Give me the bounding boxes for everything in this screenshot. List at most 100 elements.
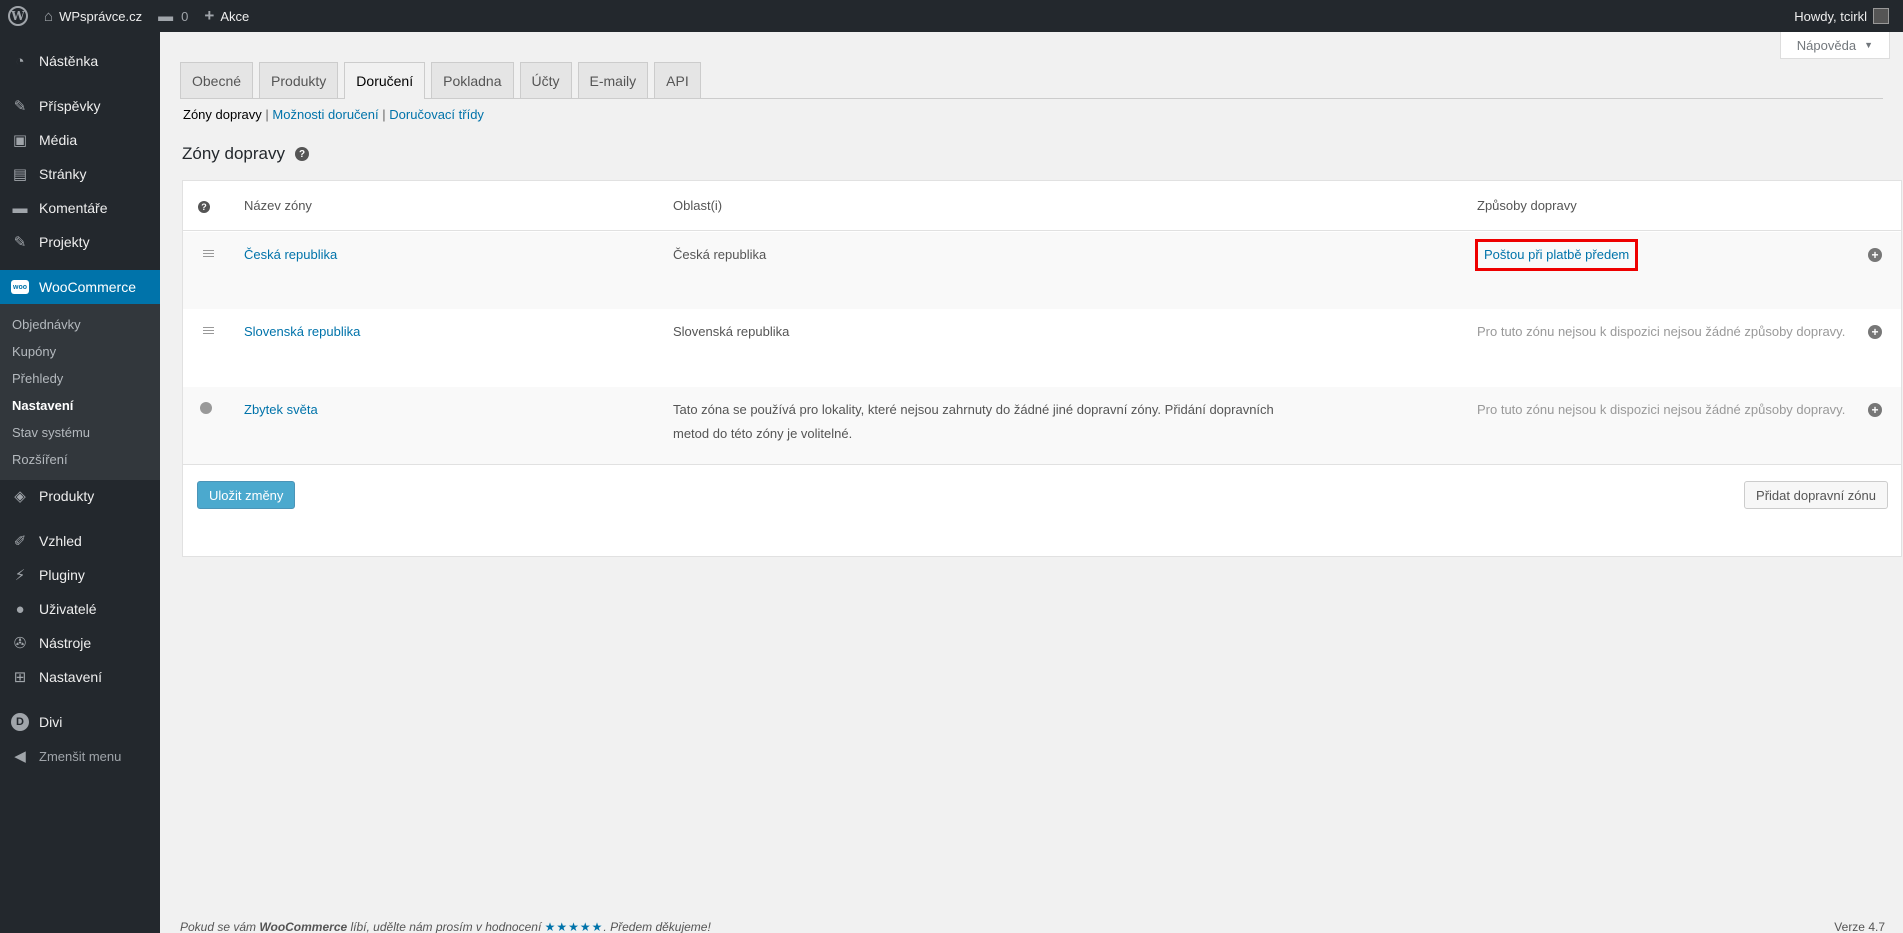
add-method-button[interactable]: + bbox=[1868, 320, 1882, 344]
my-account-link[interactable]: Howdy, tcirkl bbox=[1786, 0, 1903, 32]
menu-item-settings[interactable]: ⊞ Nastavení bbox=[0, 660, 160, 694]
menu-label: Komentáře bbox=[39, 200, 108, 216]
zone-name-link[interactable]: Česká republika bbox=[244, 243, 337, 267]
wrench-icon: ✇ bbox=[13, 635, 27, 652]
menu-item-dashboard[interactable]: ◔ Nástěnka bbox=[0, 44, 160, 78]
tab-shipping[interactable]: Doručení bbox=[344, 62, 426, 99]
table-row: Zbytek světa Tato zóna se používá pro lo… bbox=[183, 387, 1901, 465]
menu-item-users[interactable]: ● Uživatelé bbox=[0, 592, 160, 626]
page-title: Zóny dopravy bbox=[182, 144, 285, 163]
add-circle-icon: + bbox=[1868, 248, 1882, 262]
submenu-item-settings[interactable]: Nastavení bbox=[0, 392, 160, 419]
divi-icon: D bbox=[11, 713, 29, 731]
main-content: Nápověda ▼ Obecné Produkty Doručení Pokl… bbox=[160, 32, 1903, 933]
menu-item-posts[interactable]: ✎ Příspěvky bbox=[0, 89, 160, 123]
zone-name-link[interactable]: Slovenská republika bbox=[244, 320, 360, 344]
subsection-zones[interactable]: Zóny dopravy bbox=[183, 107, 262, 122]
page-icon: ▤ bbox=[12, 166, 28, 183]
menu-label: Pluginy bbox=[39, 567, 85, 583]
menu-label: Nástroje bbox=[39, 635, 92, 651]
zone-region: Slovenská republika bbox=[673, 324, 790, 339]
tab-products[interactable]: Produkty bbox=[259, 62, 339, 98]
divi-icon-wrap: D bbox=[10, 712, 30, 732]
collapse-icon: ◀ bbox=[14, 748, 26, 765]
menu-label: Uživatelé bbox=[39, 601, 97, 617]
menu-item-comments[interactable]: ▬ Komentáře bbox=[0, 191, 160, 225]
drag-handle-icon[interactable] bbox=[203, 243, 214, 267]
zone-methods-empty: Pro tuto zónu nejsou k dispozici nejsou … bbox=[1477, 402, 1846, 417]
table-header: ? Název zóny Oblast(i) Způsoby dopravy bbox=[183, 181, 1901, 231]
new-content-link[interactable]: + Akce bbox=[196, 0, 257, 32]
menu-item-pages[interactable]: ▤ Stránky bbox=[0, 157, 160, 191]
help-toggle[interactable]: Nápověda ▼ bbox=[1779, 32, 1890, 59]
menu-item-media[interactable]: ▣ Média bbox=[0, 123, 160, 157]
add-circle-icon: + bbox=[1868, 325, 1882, 339]
menu-label: Stránky bbox=[39, 166, 87, 182]
submenu-item-coupons[interactable]: Kupóny bbox=[0, 338, 160, 365]
menu-item-tools[interactable]: ✇ Nástroje bbox=[0, 626, 160, 660]
globe-icon-cell bbox=[200, 398, 212, 422]
tab-emails[interactable]: E-maily bbox=[577, 62, 649, 98]
menu-label: Produkty bbox=[39, 488, 95, 504]
submenu-item-orders[interactable]: Objednávky bbox=[0, 311, 160, 338]
user-icon: ● bbox=[15, 600, 25, 618]
footer-brand: WooCommerce bbox=[259, 920, 348, 933]
dashboard-icon: ◔ bbox=[15, 52, 25, 70]
menu-label: Divi bbox=[39, 714, 63, 730]
site-name: WPsprávce.cz bbox=[59, 8, 143, 24]
menu-label: Zmenšit menu bbox=[39, 748, 122, 764]
help-tip-icon[interactable]: ? bbox=[295, 147, 309, 161]
new-content-label: Akce bbox=[220, 8, 250, 24]
tab-general[interactable]: Obecné bbox=[180, 62, 254, 98]
zone-region: Tato zóna se používá pro lokality, které… bbox=[673, 402, 1274, 441]
settings-icon: ⊞ bbox=[13, 669, 27, 686]
add-zone-button[interactable]: Přidat dopravní zónu bbox=[1744, 481, 1888, 509]
media-icon: ▣ bbox=[12, 132, 28, 149]
submenu-item-status[interactable]: Stav systému bbox=[0, 419, 160, 446]
save-changes-button[interactable]: Uložit změny bbox=[197, 481, 296, 509]
footer-text: Pokud se vám bbox=[180, 920, 260, 933]
footer-version: Verze 4.7 bbox=[1834, 920, 1885, 933]
add-circle-icon: + bbox=[1868, 403, 1882, 417]
drag-handle-icon[interactable] bbox=[203, 320, 214, 344]
page-title-wrap: Zóny dopravy ? bbox=[182, 144, 309, 164]
menu-item-products[interactable]: ◈ Produkty bbox=[0, 479, 160, 513]
table-row: Slovenská republika Slovenská republika … bbox=[183, 309, 1901, 387]
table-footer: Uložit změny Přidat dopravní zónu bbox=[183, 466, 1901, 522]
header-region: Oblast(i) bbox=[673, 198, 723, 213]
subsection-classes-link[interactable]: Doručovací třídy bbox=[389, 107, 484, 122]
menu-item-divi[interactable]: D Divi bbox=[0, 705, 160, 739]
woocommerce-icon-wrap: woo bbox=[10, 277, 30, 297]
separator: | bbox=[382, 107, 386, 122]
admin-bar: W ⌂ WPsprávce.cz ▬ 0 + Akce Howdy, tcirk… bbox=[0, 0, 1903, 32]
comment-icon: ▬ bbox=[12, 199, 28, 217]
submenu-item-extensions[interactable]: Rozšíření bbox=[0, 446, 160, 473]
tab-accounts[interactable]: Účty bbox=[519, 62, 572, 98]
zone-name-link[interactable]: Zbytek světa bbox=[244, 398, 318, 422]
tab-api[interactable]: API bbox=[654, 62, 701, 98]
shipping-subsections: Zóny dopravy | Možnosti doručení | Doruč… bbox=[183, 107, 484, 122]
menu-item-projects[interactable]: ✎ Projekty bbox=[0, 225, 160, 259]
comments-link[interactable]: ▬ 0 bbox=[150, 0, 196, 32]
footer-rating-text: Pokud se vám WooCommerce líbí, udělte ná… bbox=[180, 920, 711, 933]
wordpress-logo-button[interactable]: W bbox=[0, 0, 36, 32]
tab-checkout[interactable]: Pokladna bbox=[431, 62, 514, 98]
caret-down-icon: ▼ bbox=[1864, 40, 1873, 50]
help-tip-icon[interactable]: ? bbox=[198, 201, 210, 213]
subsection-options-link[interactable]: Možnosti doručení bbox=[272, 107, 378, 122]
shipping-method-link[interactable]: Poštou při platbě předem bbox=[1475, 239, 1639, 271]
menu-item-plugins[interactable]: ⚡ Pluginy bbox=[0, 558, 160, 592]
menu-item-woocommerce[interactable]: woo WooCommerce bbox=[0, 270, 160, 304]
footer-text: líbí, udělte nám prosím v hodnocení bbox=[347, 920, 545, 933]
add-method-button[interactable]: + bbox=[1868, 243, 1882, 267]
site-name-link[interactable]: ⌂ WPsprávce.cz bbox=[36, 0, 150, 32]
menu-label: Příspěvky bbox=[39, 98, 101, 114]
rating-stars-link[interactable]: ★★★★★ bbox=[545, 920, 604, 933]
submenu-item-reports[interactable]: Přehledy bbox=[0, 365, 160, 392]
add-method-button[interactable]: + bbox=[1868, 398, 1882, 422]
comments-count: 0 bbox=[181, 8, 189, 24]
woocommerce-icon: woo bbox=[11, 280, 29, 294]
box-icon: ◈ bbox=[14, 488, 26, 505]
collapse-menu-button[interactable]: ◀ Zmenšit menu bbox=[0, 739, 160, 773]
menu-item-appearance[interactable]: ✐ Vzhled bbox=[0, 524, 160, 558]
